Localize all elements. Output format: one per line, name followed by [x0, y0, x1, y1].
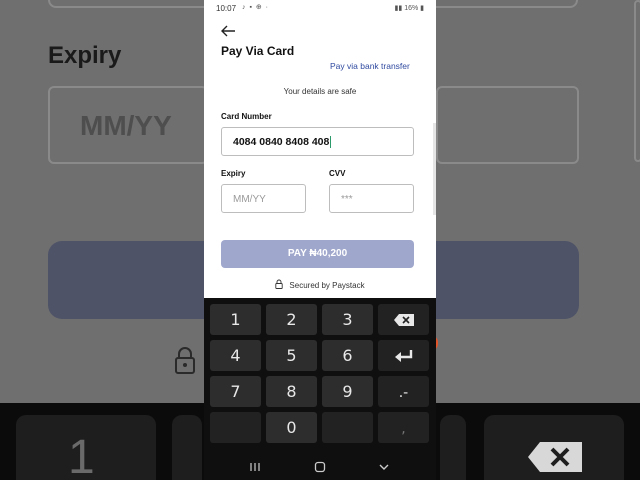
signal-icon: ▮▮ — [394, 5, 405, 12]
bg-key — [172, 415, 202, 480]
expiry-label: Expiry — [221, 169, 246, 178]
bg-expiry-placeholder: MM/YY — [80, 110, 172, 141]
secured-by-note: Secured by Paystack — [204, 279, 436, 290]
expiry-placeholder: MM/YY — [233, 194, 266, 205]
bg-lock-icon — [175, 347, 195, 374]
back-arrow-icon[interactable] — [220, 24, 236, 38]
comma-label: , — [401, 421, 406, 437]
text-caret — [330, 136, 332, 149]
phone-screen: 10:07 ♪ ▪ ⊕ · ▮▮ 16% ▮ Pay Via Card Pay … — [204, 0, 436, 480]
key-blank-left[interactable] — [210, 412, 261, 443]
lock-icon — [275, 279, 284, 289]
bg-backspace-icon — [528, 442, 582, 472]
bank-transfer-link[interactable]: Pay via bank transfer — [330, 61, 410, 71]
card-number-value: 4084 0840 8408 408 — [233, 136, 330, 148]
backspace-icon — [393, 314, 414, 326]
safe-note: Your details are safe — [283, 87, 357, 96]
scroll-indicator — [433, 123, 436, 215]
pay-button[interactable]: PAY ₦40,200 — [221, 240, 414, 268]
battery-icon: ▮ — [418, 5, 424, 12]
key-0[interactable]: 0 — [266, 412, 317, 443]
status-time: 10:07 — [216, 4, 237, 13]
key-dot-minus[interactable]: .- — [378, 376, 429, 407]
navigation-bar — [204, 455, 436, 480]
key-2[interactable]: 2 — [266, 304, 317, 335]
key-8[interactable]: 8 — [266, 376, 317, 407]
page-title: Pay Via Card — [221, 44, 295, 58]
key-6[interactable]: 6 — [322, 340, 373, 371]
recent-apps-icon[interactable] — [248, 461, 262, 473]
notification-icons: ♪ ▪ ⊕ · — [242, 4, 270, 11]
cvv-label: CVV — [329, 169, 346, 178]
bg-cvv-field — [436, 86, 579, 164]
key-5[interactable]: 5 — [266, 340, 317, 371]
enter-icon — [394, 350, 412, 362]
card-number-label: Card Number — [221, 112, 272, 121]
key-7[interactable]: 7 — [210, 376, 261, 407]
numeric-keyboard: 1 2 3 4 5 6 7 8 9 .- 0 , — [204, 298, 436, 480]
battery-level: 16% — [404, 5, 419, 12]
cvv-input[interactable]: *** — [329, 184, 414, 213]
status-right: ▮▮ 16% ▮ — [395, 4, 424, 12]
bg-key — [440, 415, 466, 480]
dot-minus-label: .- — [398, 385, 409, 401]
key-enter[interactable] — [378, 340, 429, 371]
key-1[interactable]: 1 — [210, 304, 261, 335]
key-4[interactable]: 4 — [210, 340, 261, 371]
secured-text: Secured by Paystack — [289, 281, 365, 290]
key-backspace[interactable] — [378, 304, 429, 335]
key-blank-right[interactable] — [322, 412, 373, 443]
expiry-input[interactable]: MM/YY — [221, 184, 306, 213]
key-9[interactable]: 9 — [322, 376, 373, 407]
card-number-input[interactable]: 4084 0840 8408 408 — [221, 127, 414, 156]
bg-expiry-field: MM/YY — [48, 86, 208, 164]
bg-edge-field — [634, 0, 640, 162]
key-comma[interactable]: , — [378, 412, 429, 443]
key-3[interactable]: 3 — [322, 304, 373, 335]
hide-keyboard-icon[interactable] — [377, 461, 391, 473]
bg-key-1-label: 1 — [68, 431, 95, 480]
bg-expiry-label: Expiry — [48, 42, 122, 69]
home-icon[interactable] — [313, 461, 327, 473]
cvv-placeholder: *** — [341, 194, 353, 205]
status-bar: 10:07 ♪ ▪ ⊕ · ▮▮ 16% ▮ — [204, 0, 436, 16]
